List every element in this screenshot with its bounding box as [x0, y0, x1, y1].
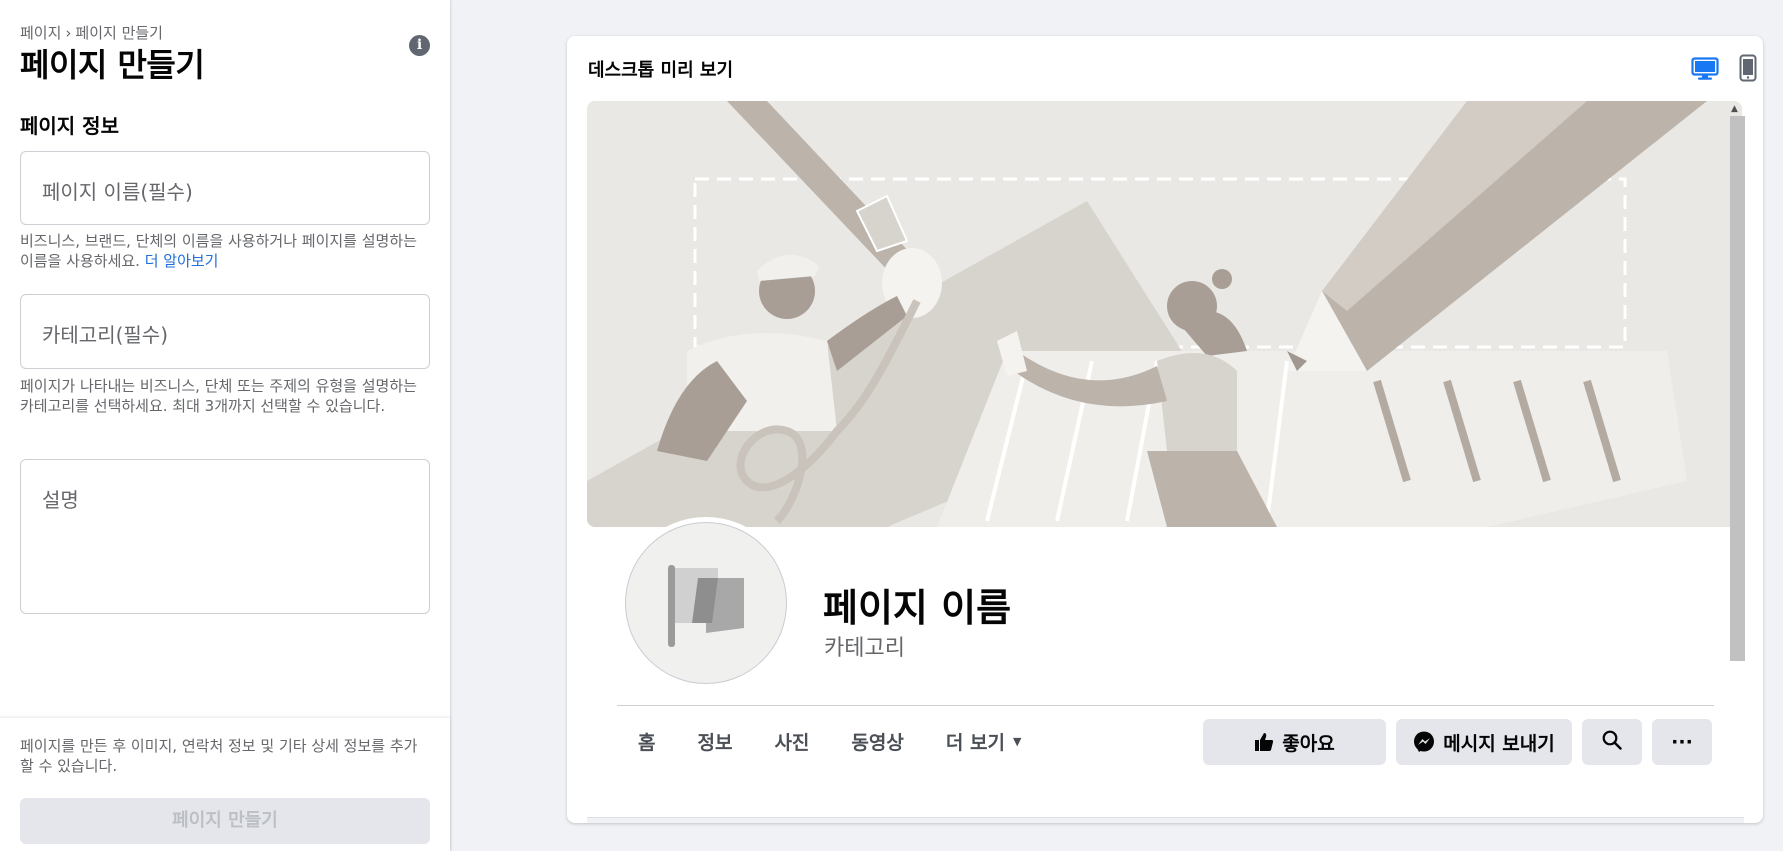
- search-button[interactable]: [1582, 719, 1642, 765]
- page-name-input[interactable]: 페이지 이름(필수): [20, 151, 430, 225]
- category-placeholder: 카테고리(필수): [42, 323, 169, 347]
- flag-icon: [668, 565, 744, 647]
- page-title: 페이지 만들기: [20, 46, 205, 84]
- create-page-button[interactable]: 페이지 만들기: [20, 798, 430, 844]
- bottom-note: 페이지를 만든 후 이미지, 연락처 정보 및 기타 상세 정보를 추가할 수 …: [20, 737, 418, 775]
- tab-videos[interactable]: 동영상: [830, 728, 924, 755]
- like-label: 좋아요: [1282, 732, 1335, 755]
- more-options-icon: ···: [1671, 731, 1693, 753]
- caret-down-icon: ▼: [1012, 734, 1022, 748]
- messenger-icon: [1413, 731, 1435, 753]
- page-actions: 좋아요 메시지 보내기 ···: [1203, 719, 1722, 765]
- more-options-button[interactable]: ···: [1652, 719, 1712, 765]
- info-icon[interactable]: i: [409, 35, 430, 56]
- cover-illustration: [587, 101, 1742, 527]
- preview-scrollbar[interactable]: ▲ ▼: [1727, 101, 1745, 823]
- tab-about-label: 정보: [697, 731, 733, 754]
- preview-viewport: 페이지 이름 카테고리 홈 정보 사진 동영상 더 보기 ▼ 좋아요 메시지 보내…: [587, 101, 1744, 823]
- preview-title: 데스크톱 미리 보기: [588, 60, 734, 81]
- create-page-panel: 페이지 › 페이지 만들기 페이지 만들기 i 페이지 정보 페이지 이름(필수) …: [0, 0, 450, 851]
- page-name-placeholder: 페이지 이름(필수): [42, 180, 193, 204]
- category-help: 페이지가 나타내는 비즈니스, 단체 또는 주제의 유형을 설명하는 카테고리를…: [20, 377, 417, 415]
- learn-more-link[interactable]: 더 알아보기: [145, 252, 219, 270]
- description-textarea[interactable]: 설명: [20, 459, 430, 614]
- thumbs-up-icon: [1254, 732, 1274, 752]
- send-message-label: 메시지 보내기: [1443, 732, 1555, 755]
- divider: [617, 705, 1714, 706]
- send-message-button[interactable]: 메시지 보내기: [1396, 719, 1572, 765]
- tab-photos[interactable]: 사진: [753, 728, 830, 755]
- page-name-help: 비즈니스, 브랜드, 단체의 이름을 사용하거나 페이지를 설명하는 이름을 사…: [20, 232, 432, 271]
- tab-more-label: 더 보기: [945, 731, 1005, 754]
- search-icon: [1602, 730, 1622, 755]
- tab-about[interactable]: 정보: [676, 728, 753, 755]
- scrollbar-thumb[interactable]: [1730, 116, 1745, 661]
- like-button[interactable]: 좋아요: [1203, 719, 1386, 765]
- bottom-bar: 페이지를 만든 후 이미지, 연락처 정보 및 기타 상세 정보를 추가할 수 …: [0, 718, 450, 851]
- tab-home[interactable]: 홈: [617, 728, 676, 755]
- profile-picture: [620, 517, 792, 689]
- desktop-icon[interactable]: [1691, 57, 1719, 85]
- preview-page-name: 페이지 이름: [823, 586, 1012, 630]
- tab-more[interactable]: 더 보기 ▼: [925, 728, 1043, 755]
- tab-videos-label: 동영상: [851, 731, 904, 754]
- tab-photos-label: 사진: [774, 731, 810, 754]
- preview-category: 카테고리: [824, 636, 905, 661]
- page-tabs: 홈 정보 사진 동영상 더 보기 ▼: [617, 711, 1042, 771]
- description-placeholder: 설명: [42, 488, 79, 512]
- scroll-up-arrow-icon[interactable]: ▲: [1731, 104, 1738, 114]
- desktop-preview-card: 데스크톱 미리 보기 페이지 이름 카테고리 홈 정보 사진 동영상 더 보기 …: [567, 36, 1763, 823]
- category-input[interactable]: 카테고리(필수): [20, 294, 430, 369]
- section-title-page-info: 페이지 정보: [20, 114, 119, 138]
- tab-home-label: 홈: [638, 731, 656, 754]
- mobile-icon[interactable]: [1739, 54, 1757, 86]
- page-content-strip: [587, 817, 1744, 823]
